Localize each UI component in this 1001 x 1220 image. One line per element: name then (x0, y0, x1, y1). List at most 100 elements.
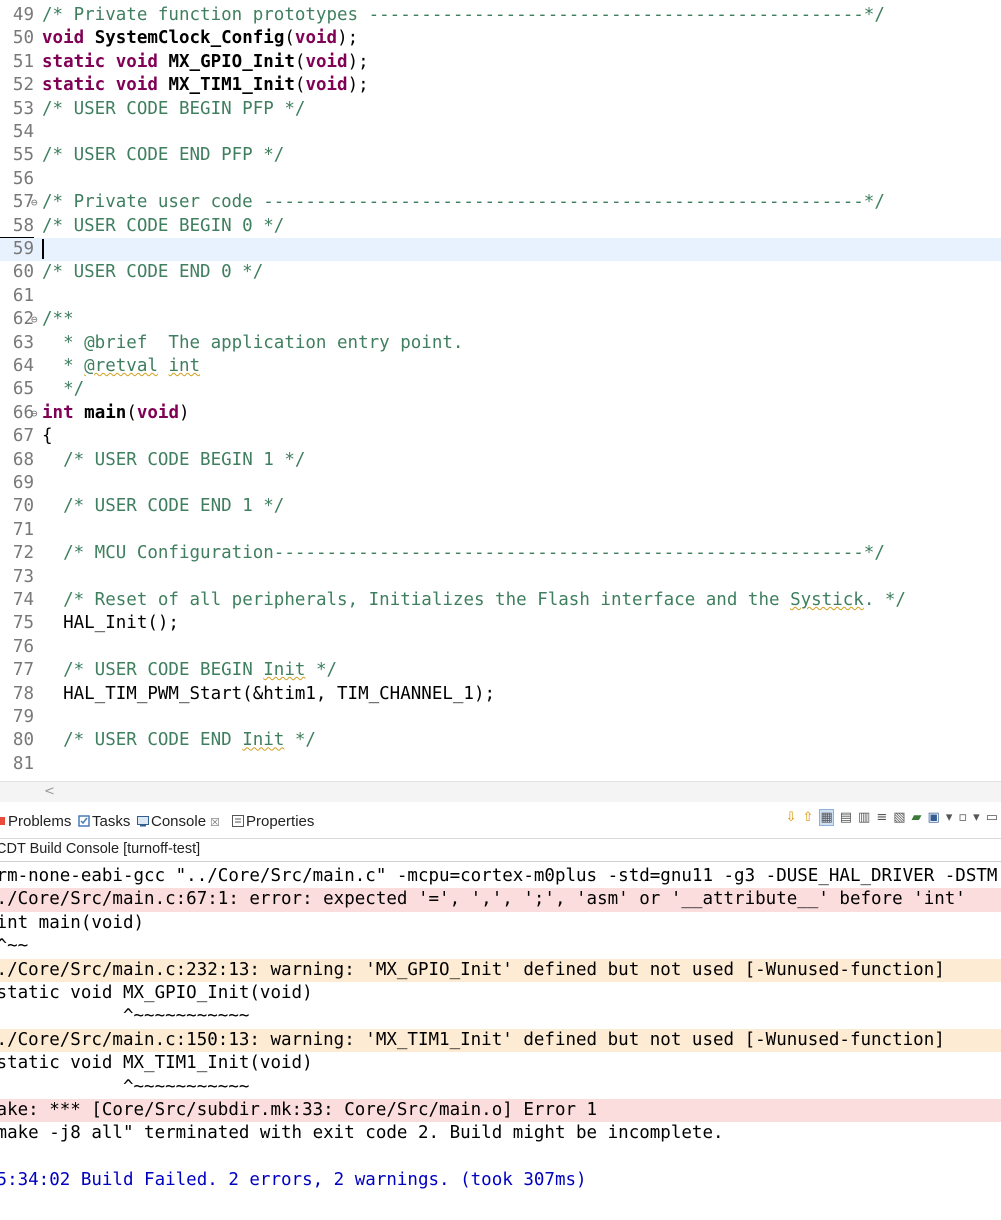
code-line[interactable]: 66 ⊖ int main(void) (0, 402, 1001, 425)
chevron-down-icon[interactable]: ▾ (946, 810, 953, 825)
code-editor[interactable]: 49 /* Private function prototypes -------… (0, 0, 1001, 781)
code-text: static void MX_TIM1_Init(void); (42, 75, 369, 96)
code-line[interactable]: 79 (0, 706, 1001, 729)
line-number: 49 (12, 5, 34, 25)
code-line[interactable]: 54 (0, 121, 1001, 144)
code-line[interactable]: 65 */ (0, 378, 1001, 401)
line-number: 69 (12, 473, 34, 493)
line-number: 79 (12, 707, 34, 727)
tab-console-label: Console (151, 813, 207, 830)
minimize-icon[interactable]: ▭ (986, 810, 998, 825)
code-text: * @retval int (42, 356, 201, 376)
line-number: 65 (12, 379, 34, 400)
code-line[interactable]: 76 (0, 636, 1001, 659)
chevron-down-icon[interactable]: ▾ (973, 810, 980, 825)
code-line[interactable]: 73 (0, 566, 1001, 589)
code-text: { (42, 426, 53, 447)
code-line[interactable]: 58 /* USER CODE BEGIN 0 */ (0, 215, 1001, 238)
line-number: 58 (12, 215, 34, 236)
code-text: void SystemClock_Config(void); (42, 28, 359, 49)
line-number: 57 (12, 192, 34, 213)
line-number: 68 (12, 449, 34, 470)
line-number: 52 (12, 75, 34, 96)
display-console-icon[interactable]: ▰ (912, 810, 922, 825)
line-number: 56 (12, 168, 34, 189)
code-line[interactable]: 63 * @brief The application entry point. (0, 332, 1001, 355)
code-line[interactable]: 80 /* USER CODE END Init */ (0, 729, 1001, 752)
console-output[interactable]: arm-none-eabi-gcc "../Core/Src/main.c" -… (0, 864, 1001, 1220)
copy-icon[interactable]: ▧ (893, 810, 905, 825)
down-arrow-icon[interactable]: ⇩ (786, 810, 797, 825)
code-text: /* USER CODE END 0 */ (42, 262, 264, 283)
console-title: CDT Build Console [turnoff-test] (0, 839, 1001, 861)
code-text: int main(void) (42, 402, 190, 423)
code-line[interactable]: 67 { (0, 425, 1001, 448)
code-text: */ (42, 379, 85, 400)
code-line[interactable]: 59 (0, 238, 1001, 262)
console-line[interactable]: ../Core/Src/main.c:67:1: error: expected… (0, 888, 1001, 912)
line-number: 55 (12, 145, 34, 166)
word-wrap-icon[interactable]: ≡ (876, 810, 887, 825)
problems-icon (0, 814, 6, 826)
code-text: /** (42, 309, 74, 330)
console-line: static void MX_GPIO_Init(void) (0, 983, 313, 1003)
fold-toggle-icon[interactable]: ⊖ (31, 402, 38, 425)
code-line[interactable]: 56 (0, 168, 1001, 191)
code-line[interactable]: 81 (0, 753, 1001, 776)
line-number: 75 (12, 613, 34, 634)
scroll-lock-icon[interactable]: ▦ (819, 809, 834, 826)
code-line[interactable]: 71 (0, 519, 1001, 542)
new-console-icon[interactable]: ▫ (958, 810, 967, 825)
code-text: /* USER CODE BEGIN PFP */ (42, 98, 306, 119)
code-line[interactable]: 51 static void MX_GPIO_Init(void); (0, 51, 1001, 74)
code-line[interactable]: 74 /* Reset of all peripherals, Initiali… (0, 589, 1001, 612)
horizontal-scrollbar[interactable]: < (0, 781, 1001, 802)
code-line[interactable]: 61 (0, 285, 1001, 308)
clear-console-icon[interactable]: ▤ (840, 810, 852, 825)
fold-toggle-icon[interactable]: ⊖ (31, 191, 38, 214)
tab-console[interactable]: Console ☒ (137, 813, 220, 830)
code-text: /* USER CODE END 1 */ (63, 496, 285, 517)
line-number: 77 (12, 660, 34, 681)
code-line[interactable]: 69 (0, 472, 1001, 495)
up-arrow-icon[interactable]: ⇧ (803, 810, 814, 825)
tab-tasks[interactable]: Tasks (78, 813, 130, 830)
line-number: 60 (12, 262, 34, 283)
close-icon[interactable]: ☒ (210, 817, 220, 829)
code-text: /* USER CODE BEGIN 1 */ (63, 449, 306, 470)
tasks-icon (78, 814, 90, 827)
code-line[interactable]: 55 /* USER CODE END PFP */ (0, 144, 1001, 167)
open-console-icon[interactable]: ▣ (928, 810, 940, 825)
code-line[interactable]: 53 /* USER CODE BEGIN PFP */ (0, 98, 1001, 121)
console-line[interactable]: ../Core/Src/main.c:232:13: warning: 'MX_… (0, 958, 1001, 982)
code-line[interactable]: 57 ⊖/* Private user code ----------------… (0, 191, 1001, 214)
fold-toggle-icon[interactable]: ⊖ (31, 308, 38, 331)
line-number: 71 (12, 519, 34, 540)
code-line[interactable]: 77 /* USER CODE BEGIN Init */ (0, 659, 1001, 682)
tab-properties[interactable]: Properties (232, 813, 314, 830)
code-line[interactable]: 75 HAL_Init(); (0, 612, 1001, 635)
code-line[interactable]: 72 /* MCU Configuration-----------------… (0, 542, 1001, 565)
code-line[interactable]: 49 /* Private function prototypes -------… (0, 4, 1001, 27)
line-number: 70 (12, 496, 34, 517)
scroll-left-arrow-icon[interactable]: < (44, 782, 55, 802)
code-line[interactable]: 52 static void MX_TIM1_Init(void); (0, 74, 1001, 97)
pin-console-icon[interactable]: ▥ (858, 810, 870, 825)
line-number: 59 (12, 239, 34, 259)
line-number: 63 (12, 332, 34, 353)
code-line[interactable]: 70 /* USER CODE END 1 */ (0, 495, 1001, 518)
tab-problems[interactable]: Problems (0, 813, 71, 830)
code-line[interactable]: 64 * @retval int (0, 355, 1001, 378)
code-line[interactable]: 78 HAL_TIM_PWM_Start(&htim1, TIM_CHANNEL… (0, 683, 1001, 706)
code-line[interactable]: 68 /* USER CODE BEGIN 1 */ (0, 449, 1001, 472)
code-text (42, 238, 44, 261)
code-line[interactable]: 62 ⊖/** (0, 308, 1001, 331)
console-line[interactable]: make: *** [Core/Src/subdir.mk:33: Core/S… (0, 1099, 1001, 1123)
line-number: 72 (12, 543, 34, 564)
code-line[interactable]: 60 /* USER CODE END 0 */ (0, 261, 1001, 284)
console-line[interactable]: ../Core/Src/main.c:150:13: warning: 'MX_… (0, 1028, 1001, 1053)
line-number: 80 (12, 730, 34, 751)
code-line[interactable]: 50 void SystemClock_Config(void); (0, 27, 1001, 50)
line-number: 78 (12, 683, 34, 704)
code-text: /* Reset of all peripherals, Initializes… (63, 590, 906, 610)
